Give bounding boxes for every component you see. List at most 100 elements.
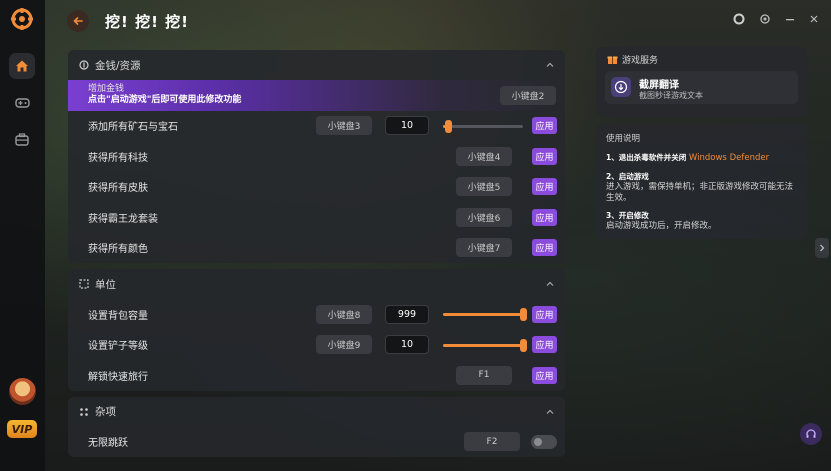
cheat-row-fast-travel: 解锁快速旅行 F1 应用 <box>68 360 565 391</box>
settings-icon[interactable] <box>759 13 771 25</box>
cheat-label: 添加所有矿石与宝石 <box>88 122 178 134</box>
hotkey-button[interactable]: F1 <box>456 365 512 385</box>
cheat-row-backpack: 设置背包容量 小键盘8 999 应用 <box>68 299 565 330</box>
cheat-row-infinite-jump: 无限跳跃 F2 <box>68 427 565 458</box>
hotkey-button[interactable]: 小键盘3 <box>316 116 372 136</box>
cheat-label: 解锁快速旅行 <box>88 371 148 383</box>
hotkey-button[interactable]: 小键盘8 <box>316 304 372 324</box>
minimize-icon[interactable] <box>785 14 795 24</box>
cheat-row-skins: 获得所有皮肤 小键盘5 应用 <box>68 172 565 203</box>
back-arrow-icon <box>73 17 83 25</box>
page-title: 挖! 挖! 挖! <box>105 13 189 31</box>
nav-games[interactable] <box>9 89 35 115</box>
hotkey-button[interactable]: F2 <box>464 432 520 452</box>
gamepad-icon <box>14 97 30 108</box>
expand-panel-button[interactable] <box>815 238 829 258</box>
cheat-row-ores: 添加所有矿石与宝石 小键盘3 10 应用 <box>68 111 565 142</box>
step-body: 启动游戏成功后，开启修改。 <box>606 221 717 231</box>
cheat-row-tech: 获得所有科技 小键盘4 应用 <box>68 141 565 172</box>
instructions-card: 使用说明 1、退出杀毒软件并关闭 Windows Defender 2、启动游戏… <box>596 124 807 239</box>
section-unit: 单位 设置背包容量 小键盘8 999 应用 设置铲子等级 小键盘9 10 应用 … <box>68 269 565 391</box>
headset-icon <box>806 429 816 438</box>
instruction-step: 1、退出杀毒软件并关闭 Windows Defender <box>606 152 798 164</box>
apply-button[interactable]: 应用 <box>532 239 557 257</box>
cheat-label: 获得霸王龙套装 <box>88 213 158 225</box>
section-header[interactable]: 杂项 <box>68 397 565 427</box>
cheat-row-trex: 获得霸王龙套装 小键盘6 应用 <box>68 202 565 233</box>
cheat-label: 设置背包容量 <box>88 310 148 322</box>
app-logo-icon[interactable] <box>11 8 33 30</box>
cheat-row-add-money: 增加金钱 点击"启动游戏"后即可使用此修改功能 小键盘2 <box>68 80 565 111</box>
chevron-up-icon[interactable] <box>545 279 555 289</box>
cheat-label: 获得所有颜色 <box>88 244 148 256</box>
toggle-switch[interactable] <box>531 434 557 449</box>
instruction-step: 2、启动游戏 进入游戏，需保持单机；非正版游戏修改可能无法生效。 <box>606 171 798 204</box>
section-title: 金钱/资源 <box>95 59 141 72</box>
misc-icon <box>80 407 88 416</box>
cheat-panel: 金钱/资源 增加金钱 点击"启动游戏"后即可使用此修改功能 小键盘2 添加所有矿… <box>68 50 565 471</box>
value-input[interactable]: 999 <box>385 304 429 324</box>
cheat-label: 获得所有科技 <box>88 152 148 164</box>
cheat-row-shovel: 设置铲子等级 小键盘9 10 应用 <box>68 330 565 361</box>
section-header[interactable]: 金钱/资源 <box>68 50 565 80</box>
apply-button[interactable]: 应用 <box>532 336 557 354</box>
step-body: 进入游戏，需保持单机；非正版游戏修改可能无法生效。 <box>606 182 794 203</box>
service-desc: 截图秒译游戏文本 <box>639 91 703 100</box>
apply-button[interactable]: 应用 <box>532 117 557 135</box>
chevron-up-icon[interactable] <box>545 60 555 70</box>
value-slider[interactable] <box>443 119 523 133</box>
cheat-hint: 点击"启动游戏"后即可使用此修改功能 <box>88 95 242 106</box>
back-button[interactable] <box>67 10 89 32</box>
windows-defender-link: Windows Defender <box>688 153 770 163</box>
title-bar: 挖! 挖! 挖! <box>45 0 831 42</box>
value-input[interactable]: 10 <box>385 116 429 136</box>
vip-badge[interactable]: VIP <box>7 420 37 438</box>
hotkey-button[interactable]: 小键盘4 <box>456 146 512 166</box>
nav-toolbox[interactable] <box>9 126 35 152</box>
section-title: 杂项 <box>95 406 116 418</box>
step-title: 2、启动游戏 <box>606 172 649 181</box>
apply-button[interactable]: 应用 <box>532 366 557 384</box>
service-name: 截屏翻译 <box>639 80 679 91</box>
chevron-right-icon <box>820 244 825 252</box>
step-title: 3、开启修改 <box>606 211 649 220</box>
section-misc: 杂项 无限跳跃 F2 <box>68 396 565 458</box>
home-icon <box>16 60 28 72</box>
record-icon[interactable] <box>733 13 745 25</box>
hotkey-button[interactable]: 小键盘2 <box>500 85 556 105</box>
toolbox-icon <box>15 132 29 146</box>
apply-button[interactable]: 应用 <box>532 147 557 165</box>
screenshot-translate-button[interactable]: 截屏翻译 截图秒译游戏文本 <box>605 71 798 104</box>
cheat-row-colors: 获得所有颜色 小键盘7 应用 <box>68 233 565 264</box>
instruction-step: 3、开启修改 启动游戏成功后，开启修改。 <box>606 210 798 232</box>
cheat-label: 获得所有皮肤 <box>88 183 148 195</box>
cheat-label: 设置铲子等级 <box>88 341 148 353</box>
left-rail: VIP <box>0 0 45 471</box>
section-money: 金钱/资源 增加金钱 点击"启动游戏"后即可使用此修改功能 小键盘2 添加所有矿… <box>68 50 565 263</box>
hotkey-button[interactable]: 小键盘9 <box>316 335 372 355</box>
hotkey-button[interactable]: 小键盘6 <box>456 207 512 227</box>
close-icon[interactable] <box>809 14 819 24</box>
apply-button[interactable]: 应用 <box>532 208 557 226</box>
value-slider[interactable] <box>443 338 527 352</box>
hotkey-button[interactable]: 小键盘7 <box>456 238 512 258</box>
value-slider[interactable] <box>443 308 527 321</box>
cheat-label: 增加金钱 <box>88 84 125 95</box>
section-title: 单位 <box>95 278 116 291</box>
step-title: 1、退出杀毒软件并关闭 <box>606 153 687 162</box>
chevron-up-icon[interactable] <box>545 407 555 417</box>
gift-icon <box>607 56 618 64</box>
hotkey-button[interactable]: 小键盘5 <box>456 177 512 197</box>
unit-icon <box>79 279 89 289</box>
value-input[interactable]: 10 <box>385 335 429 355</box>
support-button[interactable] <box>800 423 822 445</box>
instructions-title: 使用说明 <box>606 134 641 144</box>
apply-button[interactable]: 应用 <box>532 178 557 196</box>
user-avatar[interactable] <box>9 378 36 405</box>
game-service-card: 游戏服务 截屏翻译 截图秒译游戏文本 <box>596 47 807 117</box>
nav-home[interactable] <box>9 53 35 79</box>
section-header[interactable]: 单位 <box>68 269 565 299</box>
service-title: 游戏服务 <box>622 56 659 66</box>
apply-button[interactable]: 应用 <box>532 305 557 323</box>
cheat-label: 无限跳跃 <box>88 438 128 450</box>
